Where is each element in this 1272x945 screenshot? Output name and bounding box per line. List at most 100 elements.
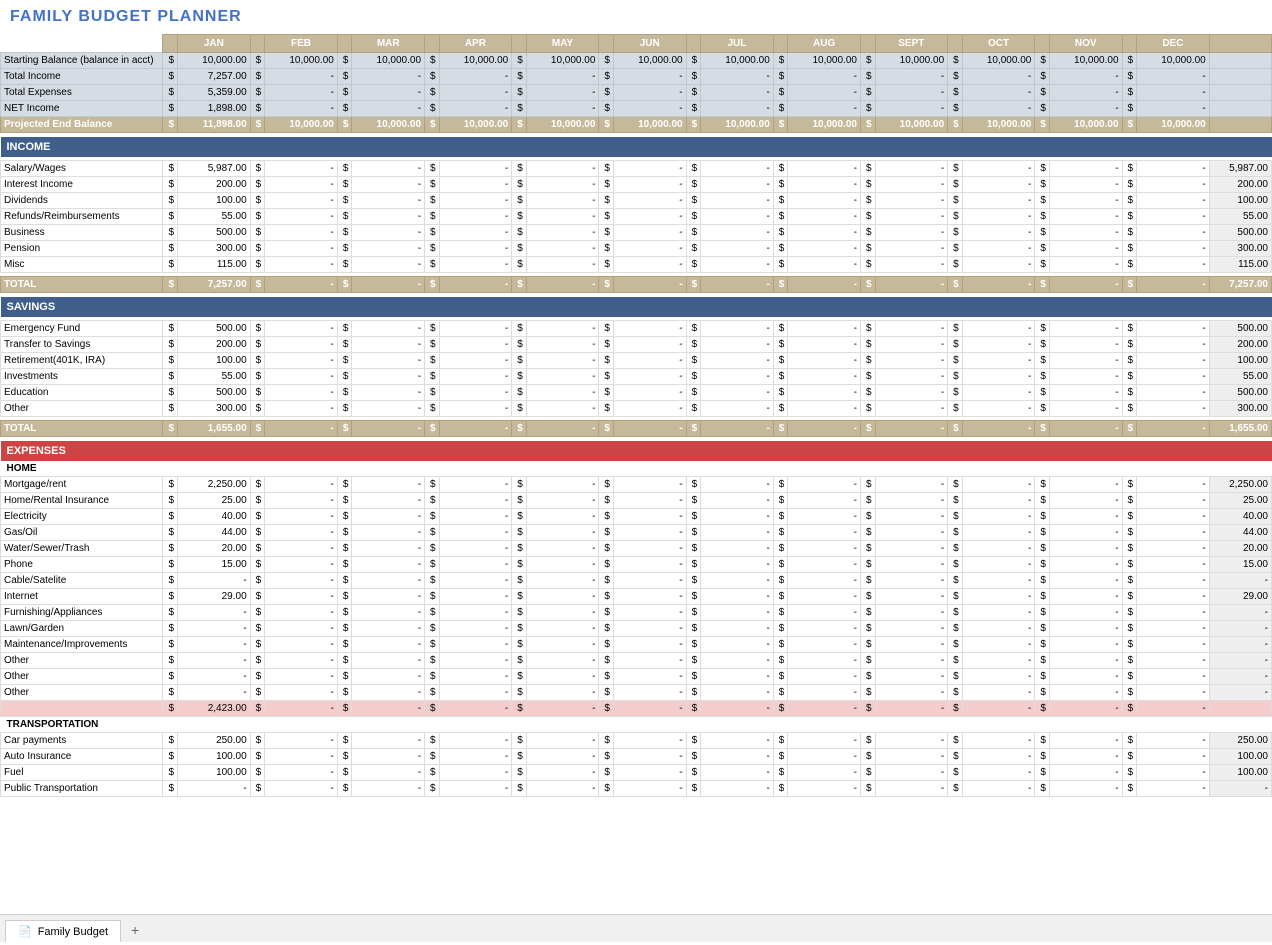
sw-may: - [526, 161, 599, 177]
emergency-fund-row: Emergency Fund $ 500.00 $- $- $- $- $- $… [1, 321, 1272, 337]
col-aug: AUG [788, 35, 861, 53]
transfer-savings-row: Transfer to Savings $200.00 $- $- $- $- … [1, 337, 1272, 353]
sheet-icon: 📄 [18, 925, 32, 938]
ti-oct: - [962, 69, 1035, 85]
savings-section-header: SAVINGS [1, 297, 1272, 317]
family-budget-tab[interactable]: 📄 Family Budget [5, 920, 121, 942]
home-other2-row: Other $- $- $- $- $- $- $- $- $- $- $- $… [1, 668, 1272, 684]
te-d6: $ [599, 85, 614, 101]
phone-row: Phone $15.00 $- $- $- $- $- $- $- $- $- … [1, 556, 1272, 572]
dollar-header-dec [1122, 35, 1137, 53]
savings-other-row: Other $300.00 $- $- $- $- $- $- $- $- $-… [1, 401, 1272, 417]
starting-yearly [1209, 53, 1271, 69]
scroll-container[interactable]: JAN FEB MAR APR MAY JUN JUL AUG [0, 34, 1272, 914]
business-row: Business $ 500.00 $ - $ - $ - $ - $ - $ … [1, 225, 1272, 241]
ni-mar: - [352, 101, 425, 117]
ni-d4: $ [425, 101, 440, 117]
col-sept: SEPT [875, 35, 948, 53]
ti-mar: - [352, 69, 425, 85]
net-income-summary-row: NET Income $ 1,898.00 $ - $ - $ - $ - $ … [1, 101, 1272, 117]
pb-d7: $ [686, 117, 701, 133]
it-jan: 7,257.00 [178, 277, 251, 293]
ti-d7: $ [686, 69, 701, 85]
dollar-header-apr [425, 35, 440, 53]
sw-mar: - [352, 161, 425, 177]
starting-jul: 10,000.00 [701, 53, 774, 69]
sw-aug: - [788, 161, 861, 177]
tab-bar: 📄 Family Budget + [0, 914, 1272, 942]
s8: $ [773, 53, 788, 69]
col-oct: OCT [962, 35, 1035, 53]
ni-d9: $ [860, 101, 875, 117]
home-other1-row: Other $- $- $- $- $- $- $- $- $- $- $- $… [1, 652, 1272, 668]
pb-d8: $ [773, 117, 788, 133]
te-d12: $ [1122, 85, 1137, 101]
ti-sept: - [875, 69, 948, 85]
misc-row: Misc $ 115.00 $ - $ - $ - $ - $ - $ - $ [1, 257, 1272, 273]
salary-label: Salary/Wages [1, 161, 163, 177]
dollar-header-jul [686, 35, 701, 53]
ni-d7: $ [686, 101, 701, 117]
income-section-label: INCOME [1, 137, 1272, 157]
dollar-header-feb [250, 35, 265, 53]
title-row: FAMILY BUDGET PLANNER [0, 0, 1272, 34]
ni-nov: - [1049, 101, 1122, 117]
ti-apr: - [439, 69, 512, 85]
maintenance-row: Maintenance/Improvements $- $- $- $- $- … [1, 636, 1272, 652]
column-header-row: JAN FEB MAR APR MAY JUN JUL AUG [1, 35, 1272, 53]
ti-d6: $ [599, 69, 614, 85]
te-apr: - [439, 85, 512, 101]
ti-d4: $ [425, 69, 440, 85]
s4: $ [425, 53, 440, 69]
starting-aug: 10,000.00 [788, 53, 861, 69]
s10: $ [948, 53, 963, 69]
starting-mar: 10,000.00 [352, 53, 425, 69]
s5: $ [512, 53, 527, 69]
ni-jun: - [613, 101, 686, 117]
ni-d12: $ [1122, 101, 1137, 117]
ni-d5: $ [512, 101, 527, 117]
starting-sept: 10,000.00 [875, 53, 948, 69]
sw-apr: - [439, 161, 512, 177]
sw-dec: - [1137, 161, 1210, 177]
sw-jul: - [701, 161, 774, 177]
pb-aug: 10,000.00 [788, 117, 861, 133]
ti-dec: - [1137, 69, 1210, 85]
tab-label: Family Budget [38, 926, 108, 938]
starting-dec: 10,000.00 [1137, 53, 1210, 69]
transportation-label: TRANSPORTATION [1, 716, 1272, 732]
sw-d8: $ [773, 161, 788, 177]
ni-yearly [1209, 101, 1271, 117]
ti-feb: - [265, 69, 338, 85]
pb-yearly [1209, 117, 1271, 133]
te-nov: - [1049, 85, 1122, 101]
pb-d4: $ [425, 117, 440, 133]
retirement-row: Retirement(401K, IRA) $100.00 $- $- $- $… [1, 353, 1272, 369]
starting-oct: 10,000.00 [962, 53, 1035, 69]
label-header [1, 35, 163, 53]
dollar-header-jun [599, 35, 614, 53]
pb-d9: $ [860, 117, 875, 133]
sw-yearly: 5,987.00 [1209, 161, 1271, 177]
te-d7: $ [686, 85, 701, 101]
ni-d: $ [163, 101, 178, 117]
ti-d5: $ [512, 69, 527, 85]
fuel-row: Fuel $100.00 $- $- $- $- $- $- $- $- $- … [1, 764, 1272, 780]
water-row: Water/Sewer/Trash $20.00 $- $- $- $- $- … [1, 540, 1272, 556]
ti-d2: $ [250, 69, 265, 85]
sw-d4: $ [425, 161, 440, 177]
ti-d: $ [163, 69, 178, 85]
starting-may: 10,000.00 [526, 53, 599, 69]
col-feb: FEB [265, 35, 338, 53]
ni-oct: - [962, 101, 1035, 117]
ni-sept: - [875, 101, 948, 117]
gasoil-row: Gas/Oil $44.00 $- $- $- $- $- $- $- $- $… [1, 524, 1272, 540]
te-d9: $ [860, 85, 875, 101]
dollar-header-mar [337, 35, 352, 53]
total-expenses-summary-row: Total Expenses $ 5,359.00 $ - $ - $ - $ … [1, 85, 1272, 101]
sw-d2: $ [250, 161, 265, 177]
te-d8: $ [773, 85, 788, 101]
sw-nov: - [1049, 161, 1122, 177]
add-sheet-button[interactable]: + [123, 918, 147, 942]
te-mar: - [352, 85, 425, 101]
